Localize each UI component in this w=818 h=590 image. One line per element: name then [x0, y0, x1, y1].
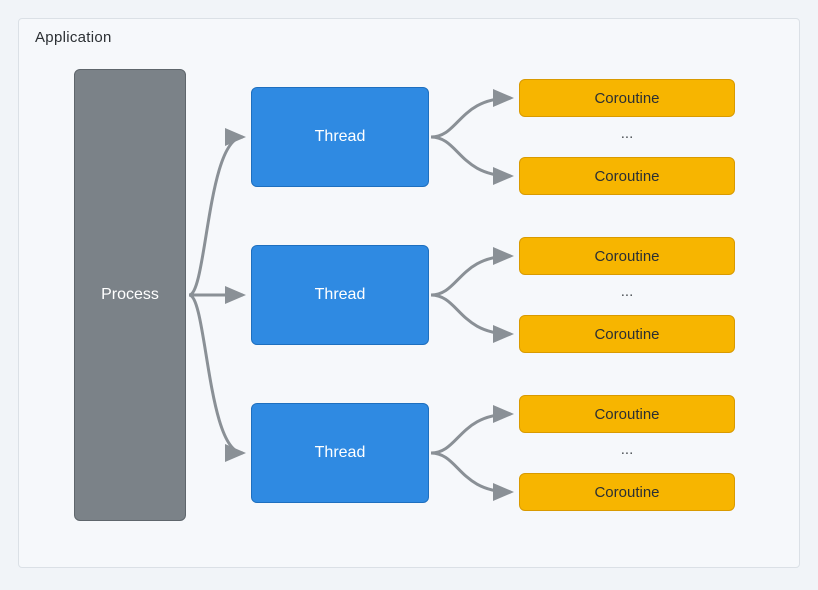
- coroutine-label: Coroutine: [594, 484, 659, 501]
- coroutine-label: Coroutine: [594, 168, 659, 185]
- coroutine-label: Coroutine: [594, 90, 659, 107]
- coroutine-label: Coroutine: [594, 406, 659, 423]
- application-frame: Application Process Thread Thread Thread…: [18, 18, 800, 568]
- coroutine-box: Coroutine: [519, 237, 735, 275]
- frame-title: Application: [35, 29, 112, 46]
- coroutine-box: Coroutine: [519, 395, 735, 433]
- thread-box: Thread: [251, 87, 429, 187]
- thread-box: Thread: [251, 403, 429, 503]
- coroutine-ellipsis: ...: [519, 283, 735, 300]
- coroutine-box: Coroutine: [519, 473, 735, 511]
- coroutine-box: Coroutine: [519, 157, 735, 195]
- coroutine-label: Coroutine: [594, 248, 659, 265]
- thread-label: Thread: [315, 128, 366, 146]
- thread-label: Thread: [315, 444, 366, 462]
- process-label: Process: [101, 286, 159, 304]
- thread-box: Thread: [251, 245, 429, 345]
- coroutine-box: Coroutine: [519, 79, 735, 117]
- coroutine-box: Coroutine: [519, 315, 735, 353]
- thread-label: Thread: [315, 286, 366, 304]
- process-box: Process: [74, 69, 186, 521]
- coroutine-label: Coroutine: [594, 326, 659, 343]
- coroutine-ellipsis: ...: [519, 125, 735, 142]
- coroutine-ellipsis: ...: [519, 441, 735, 458]
